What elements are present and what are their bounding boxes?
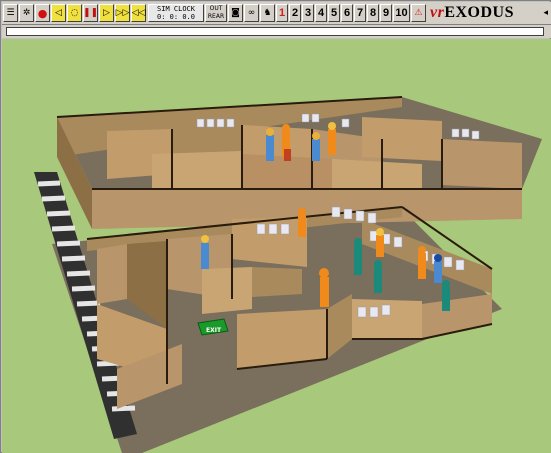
sim-clock: SIM CLOCK 0: 0: 0.0 xyxy=(148,4,204,22)
scrollbar-row xyxy=(2,25,551,38)
floor-button-4[interactable]: 4 xyxy=(315,4,327,22)
building-scene: EXIT xyxy=(34,96,542,453)
warning-icon[interactable]: ⚠ xyxy=(411,4,426,22)
floor-button-9[interactable]: 9 xyxy=(380,4,392,22)
floor-button-10[interactable]: 10 xyxy=(393,4,410,22)
horizontal-scrollbar[interactable] xyxy=(6,27,544,36)
play-button[interactable]: ▷ xyxy=(99,4,114,22)
loop-button[interactable]: ◌ xyxy=(67,4,82,22)
floor-button-2[interactable]: 2 xyxy=(289,4,301,22)
app-window: ☰ ✲ ● ◁ ◌ ❚❚ ▷ ▷▷ ◁◁ SIM CLOCK 0: 0: 0.0… xyxy=(0,0,551,453)
floor-button-3[interactable]: 3 xyxy=(302,4,314,22)
walk-icon[interactable]: ♞ xyxy=(260,4,275,22)
app-logo: vrEXODUS xyxy=(430,4,515,21)
3d-viewport[interactable]: EXIT xyxy=(2,39,551,453)
floor-button-8[interactable]: 8 xyxy=(367,4,379,22)
sim-clock-label: SIM CLOCK xyxy=(157,5,195,13)
rewind-button[interactable]: ◁◁ xyxy=(131,4,146,22)
out-label: OUT xyxy=(209,5,223,12)
floor-button-1[interactable]: 1 xyxy=(276,4,288,22)
floor-button-5[interactable]: 5 xyxy=(328,4,340,22)
exit-sign-label: EXIT xyxy=(206,327,222,334)
binoculars-icon[interactable]: ∞ xyxy=(244,4,259,22)
window-corner-icon[interactable]: ◂ xyxy=(543,8,548,18)
step-back-button[interactable]: ◁ xyxy=(51,4,66,22)
pause-icon: ❚❚ xyxy=(82,7,99,18)
record-button[interactable]: ● xyxy=(35,4,50,22)
record-icon: ● xyxy=(37,6,48,20)
rear-label: REAR xyxy=(207,13,225,20)
camera-icon[interactable]: ◙ xyxy=(228,4,243,22)
menu-icon[interactable]: ☰ xyxy=(3,4,18,22)
floor-button-6[interactable]: 6 xyxy=(341,4,353,22)
toolbar: ☰ ✲ ● ◁ ◌ ❚❚ ▷ ▷▷ ◁◁ SIM CLOCK 0: 0: 0.0… xyxy=(2,2,551,25)
view-toggle[interactable]: OUT REAR xyxy=(205,4,227,22)
stop-button[interactable]: ❚❚ xyxy=(83,4,98,22)
floor-button-7[interactable]: 7 xyxy=(354,4,366,22)
sim-clock-value: 0: 0: 0.0 xyxy=(157,13,195,21)
fast-forward-button[interactable]: ▷▷ xyxy=(115,4,130,22)
settings-icon[interactable]: ✲ xyxy=(19,4,34,22)
